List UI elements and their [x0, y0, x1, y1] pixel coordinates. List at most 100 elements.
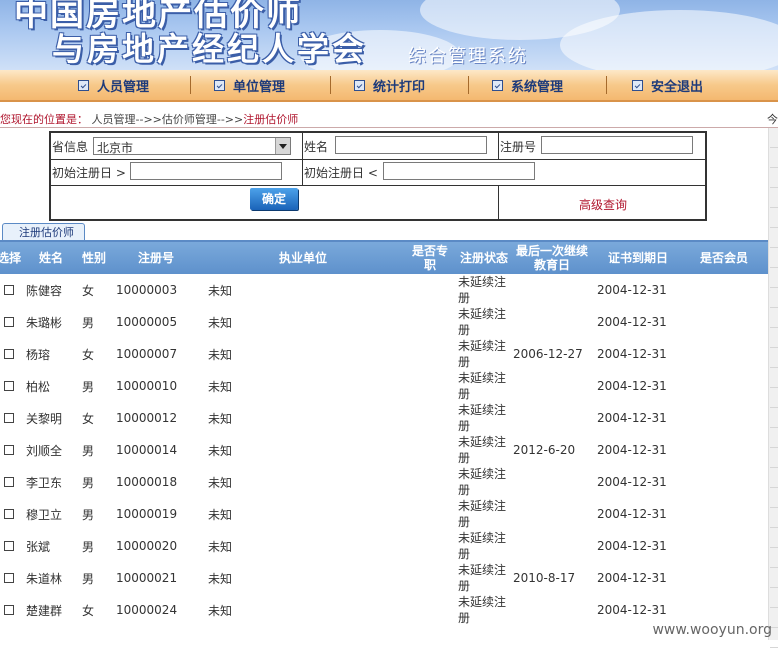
cell-reg-no: 10000003	[116, 283, 178, 297]
row-checkbox[interactable]	[4, 594, 14, 626]
row-checkbox[interactable]	[4, 466, 14, 498]
col-header-gender: 性别	[81, 251, 106, 265]
cell-unit: 未知	[208, 347, 233, 362]
right-frame-segment	[770, 168, 778, 188]
cell-name: 杨瑢	[26, 347, 51, 362]
col-header-fulltime: 是否专职	[412, 244, 449, 272]
cell-reg-no: 10000007	[116, 347, 178, 361]
col-header-last-edu: 最后一次继续教育日	[515, 244, 588, 272]
cell-reg-no: 10000020	[116, 539, 178, 553]
main-nav: 人员管理 单位管理 统计打印 系统管理 安全退出	[0, 70, 778, 102]
row-checkbox[interactable]	[4, 402, 14, 434]
cell-unit: 未知	[208, 475, 233, 490]
cell-gender: 女	[82, 283, 95, 298]
table-row: 张斌 男 10000020 未知 未延续注册 2004-12-31	[0, 530, 768, 562]
right-frame-segment	[770, 528, 778, 548]
row-checkbox[interactable]	[4, 530, 14, 562]
tab-registered-appraiser[interactable]: 注册估价师	[2, 223, 85, 241]
nav-item-system[interactable]: 系统管理	[492, 76, 564, 95]
cell-status: 未延续注册	[458, 275, 507, 305]
cell-name: 柏松	[26, 379, 51, 394]
init-reg-gt-label: 初始注册日 >	[52, 166, 126, 180]
cell-cert-expiry: 2004-12-31	[597, 571, 667, 585]
breadcrumb: 您现在的位置是： 人员管理-->>估价师管理-->>注册估价师 今	[0, 109, 778, 128]
banner-subtitle: 综合管理系统	[408, 46, 528, 67]
nav-arrow-icon	[78, 80, 89, 91]
cell-reg-no: 10000018	[116, 475, 178, 489]
nav-item-label: 系统管理	[511, 80, 564, 95]
cell-gender: 男	[82, 379, 95, 394]
nav-item-label: 人员管理	[97, 80, 150, 95]
col-header-unit: 执业单位	[278, 251, 327, 265]
cell-reg-no: 10000012	[116, 411, 178, 425]
row-checkbox[interactable]	[4, 562, 14, 594]
right-frame-segment	[770, 308, 778, 328]
right-frame-segment	[770, 428, 778, 448]
reg-no-input[interactable]	[541, 136, 693, 154]
cell-status: 未延续注册	[458, 435, 507, 465]
table-header: 选择 姓名 性别 注册号 执业单位 是否专职 注册状态 最后一次继续教育日 证书…	[0, 242, 768, 274]
init-reg-lt-input[interactable]	[383, 162, 535, 180]
nav-item-unit[interactable]: 单位管理	[214, 76, 286, 95]
cell-unit: 未知	[208, 315, 233, 330]
cell-cert-expiry: 2004-12-31	[597, 347, 667, 361]
nav-item-label: 安全退出	[651, 80, 704, 95]
advanced-search-link[interactable]: 高级查询	[579, 196, 627, 213]
cell-cert-expiry: 2004-12-31	[597, 283, 667, 297]
right-frame-segment	[770, 348, 778, 368]
right-frame-segment	[770, 448, 778, 468]
breadcrumb-label: 您现在的位置是：	[0, 113, 88, 126]
init-reg-gt-input[interactable]	[130, 162, 282, 180]
right-frame-segment	[770, 228, 778, 248]
province-label: 省信息	[52, 140, 89, 154]
cell-unit: 未知	[208, 539, 233, 554]
cell-status: 未延续注册	[458, 339, 507, 369]
right-frame-segment	[770, 208, 778, 228]
watermark: www.wooyun.org	[652, 622, 772, 638]
col-header-select: 选择	[0, 251, 21, 265]
cell-cert-expiry: 2004-12-31	[597, 379, 667, 393]
row-checkbox[interactable]	[4, 434, 14, 466]
nav-divider	[330, 76, 331, 94]
cell-reg-no: 10000024	[116, 603, 178, 617]
province-select[interactable]: 北京市	[93, 137, 291, 155]
nav-item-label: 单位管理	[233, 80, 286, 95]
right-frame-segment	[770, 468, 778, 488]
row-checkbox[interactable]	[4, 498, 14, 530]
row-checkbox[interactable]	[4, 274, 14, 306]
right-frame-segment	[770, 388, 778, 408]
cell-cert-expiry: 2004-12-31	[597, 443, 667, 457]
row-checkbox[interactable]	[4, 370, 14, 402]
cell-gender: 男	[82, 571, 95, 586]
chevron-down-icon[interactable]	[275, 138, 290, 154]
province-select-value: 北京市	[97, 141, 134, 155]
cell-reg-no: 10000019	[116, 507, 178, 521]
right-frame-segment	[770, 328, 778, 348]
cell-name: 张斌	[26, 539, 51, 554]
cell-unit: 未知	[208, 283, 233, 298]
breadcrumb-path: 人员管理-->>估价师管理-->>	[91, 113, 244, 126]
row-checkbox[interactable]	[4, 338, 14, 370]
nav-item-label: 统计打印	[373, 80, 426, 95]
nav-divider	[468, 76, 469, 94]
col-header-cert-expiry: 证书到期日	[607, 251, 668, 265]
cell-cert-expiry: 2004-12-31	[597, 475, 667, 489]
right-frame-segment	[770, 128, 778, 148]
row-checkbox[interactable]	[4, 306, 14, 338]
confirm-button[interactable]: 确定	[250, 188, 298, 210]
right-frame-segment	[770, 568, 778, 588]
reg-no-label: 注册号	[500, 140, 537, 154]
cell-status: 未延续注册	[458, 499, 507, 529]
name-input[interactable]	[335, 136, 487, 154]
col-header-member: 是否会员	[699, 251, 748, 265]
nav-item-personnel[interactable]: 人员管理	[78, 76, 150, 95]
cell-last-edu: 2010-8-17	[513, 571, 576, 585]
nav-divider	[190, 76, 191, 94]
nav-item-stats-print[interactable]: 统计打印	[354, 76, 426, 95]
right-frame-segment	[770, 488, 778, 508]
nav-item-logout[interactable]: 安全退出	[632, 76, 704, 95]
cell-gender: 男	[82, 539, 95, 554]
cell-cert-expiry: 2004-12-31	[597, 411, 667, 425]
cell-reg-no: 10000014	[116, 443, 178, 457]
cell-gender: 女	[82, 603, 95, 618]
